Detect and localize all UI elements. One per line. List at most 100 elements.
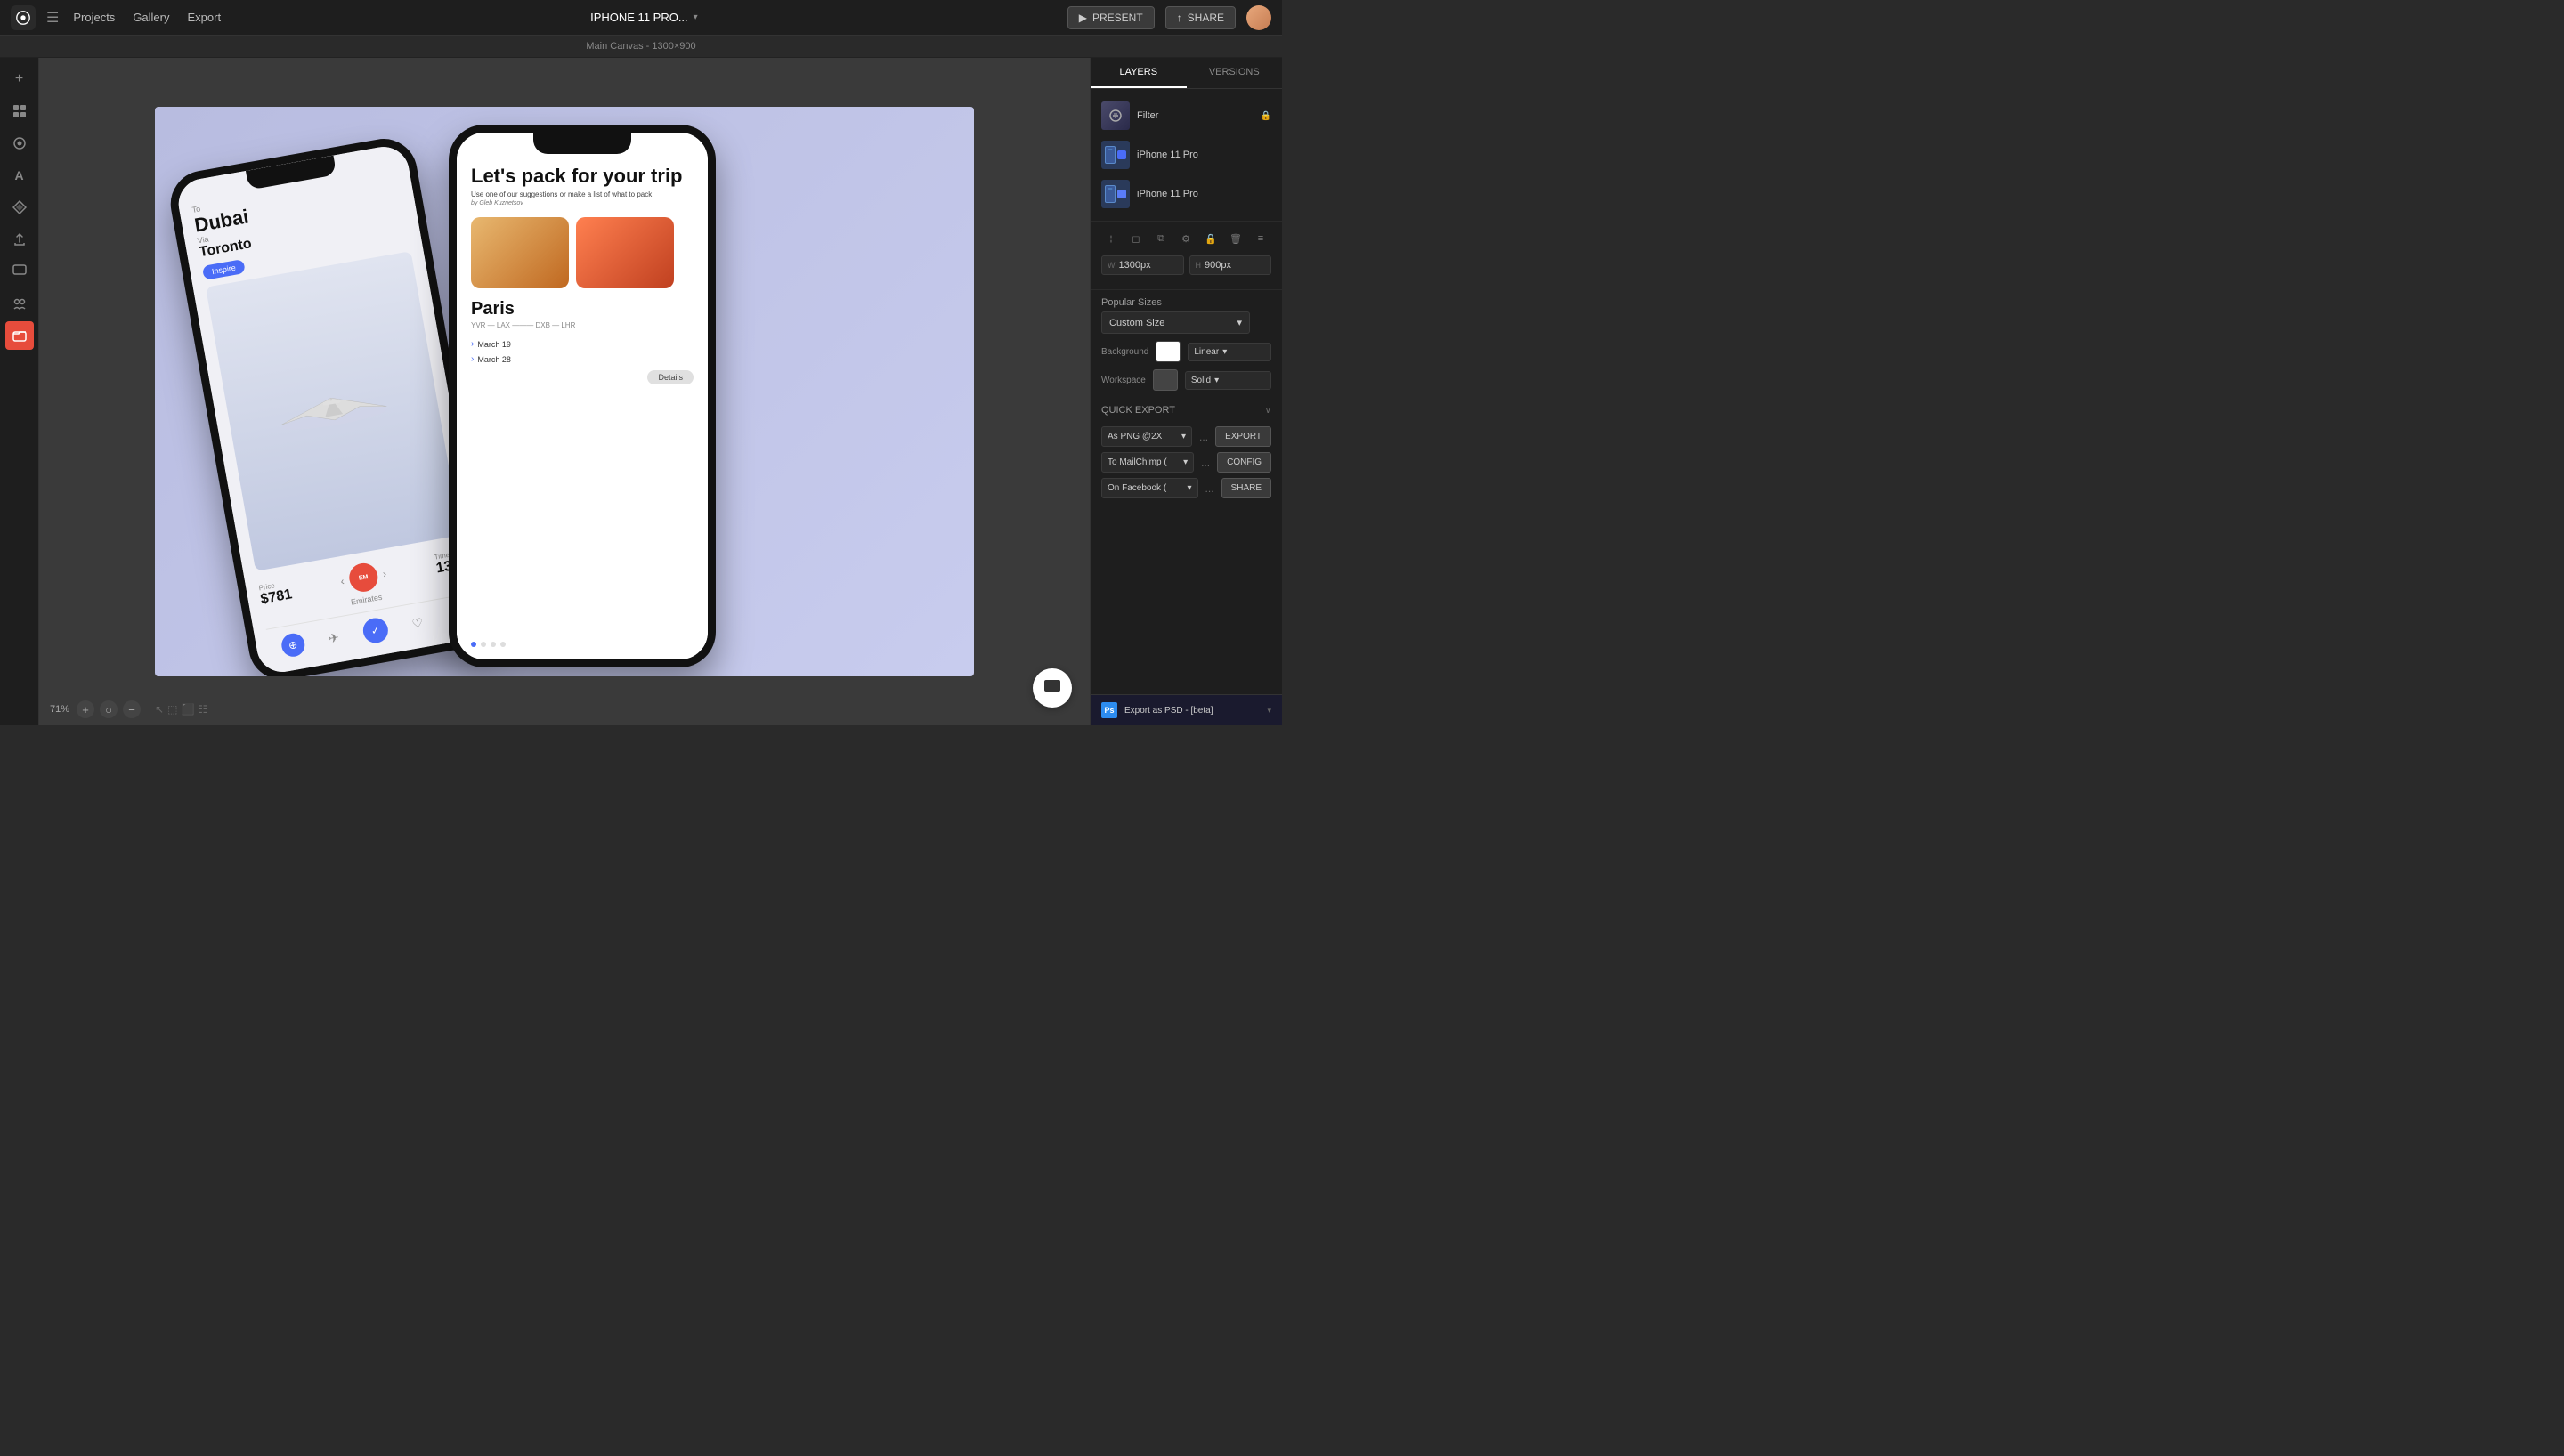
plane-area: [206, 251, 461, 571]
popular-sizes-label: Popular Sizes: [1101, 297, 1162, 308]
layer-iphone-2[interactable]: iPhone 11 Pro: [1091, 174, 1282, 214]
side-by-side-icon[interactable]: ⬛: [181, 703, 194, 716]
workspace-swatch[interactable]: [1153, 369, 1178, 391]
more-tool-icon[interactable]: ≡: [1251, 229, 1270, 248]
panel-tabs: LAYERS VERSIONS: [1091, 58, 1282, 89]
quick-export-collapse[interactable]: ∨: [1265, 406, 1271, 416]
bg-workspace-row: Background Linear ▾: [1091, 341, 1282, 369]
background-swatch[interactable]: [1156, 341, 1181, 362]
psd-export-select[interactable]: Export as PSD - [beta] ▾: [1124, 706, 1271, 716]
add-icon[interactable]: +: [5, 65, 34, 93]
export-format-1[interactable]: As PNG @2X ▾: [1101, 426, 1192, 447]
format-1-arrow: ▾: [1181, 432, 1186, 441]
dimension-row: W 1300px H 900px: [1101, 255, 1271, 275]
list-view-icon[interactable]: ☷: [198, 703, 207, 716]
tab-compass[interactable]: ⊕: [280, 632, 306, 659]
height-field[interactable]: H 900px: [1189, 255, 1272, 275]
popular-sizes-select[interactable]: Custom Size ▾: [1101, 311, 1250, 334]
prev-arrow[interactable]: ‹: [339, 575, 345, 587]
next-arrow[interactable]: ›: [382, 568, 387, 580]
gradient-type: Linear: [1194, 347, 1219, 357]
export-format-3[interactable]: On Facebook ( ▾: [1101, 478, 1198, 498]
background-label: Background: [1101, 347, 1148, 357]
layer-thumb-iphone2: [1101, 180, 1130, 208]
top-right-actions: ▶ PRESENT ↑ SHARE: [1067, 5, 1271, 30]
dest-card-1: [471, 217, 569, 288]
cursor-icon[interactable]: ↖: [155, 703, 164, 716]
zoom-bar: 71% + ○ − ↖ ⬚ ⬛ ☷: [50, 700, 207, 718]
upload-icon[interactable]: [5, 225, 34, 254]
lock-tool-icon[interactable]: 🔒: [1201, 229, 1221, 248]
dest-card-2: [576, 217, 674, 288]
camera-icon[interactable]: [5, 129, 34, 158]
layers-folder-icon[interactable]: [5, 321, 34, 350]
layer-iphone1-name: iPhone 11 Pro: [1137, 150, 1198, 160]
nav-projects[interactable]: Projects: [73, 11, 115, 24]
layer-iphone-1[interactable]: iPhone 11 Pro: [1091, 135, 1282, 174]
layer-filter[interactable]: Filter 🔒: [1091, 96, 1282, 135]
subtitle-bar: Main Canvas - 1300×900: [0, 36, 1282, 58]
tab-layers[interactable]: LAYERS: [1091, 58, 1187, 88]
export-dots-1[interactable]: ...: [1197, 431, 1210, 443]
tab-check[interactable]: ✓: [361, 616, 389, 644]
export-button-1[interactable]: EXPORT: [1215, 426, 1271, 447]
export-button-3[interactable]: SHARE: [1221, 478, 1271, 498]
width-field[interactable]: W 1300px: [1101, 255, 1184, 275]
zoom-fit-icon[interactable]: ○: [100, 700, 118, 718]
format-2-arrow: ▾: [1183, 457, 1188, 467]
quick-export-header: QUICK EXPORT ∨: [1091, 398, 1282, 419]
present-button[interactable]: ▶ PRESENT: [1067, 6, 1155, 29]
grid-icon[interactable]: [5, 97, 34, 125]
zoom-add-icon[interactable]: +: [77, 700, 94, 718]
export-dots-3[interactable]: ...: [1204, 482, 1216, 495]
date-row-2: › March 28: [471, 352, 694, 367]
tab-heart[interactable]: ♡: [410, 615, 424, 632]
tab-plane[interactable]: ✈: [328, 629, 341, 646]
comment-icon[interactable]: [5, 257, 34, 286]
hamburger-menu[interactable]: ☰: [46, 9, 59, 27]
tab-versions[interactable]: VERSIONS: [1187, 58, 1283, 88]
lock-icon: 🔒: [1261, 111, 1271, 121]
text-icon[interactable]: A: [5, 161, 34, 190]
details-button[interactable]: Details: [647, 370, 694, 384]
photoshop-icon: Ps: [1101, 702, 1117, 718]
psd-export-arrow: ▾: [1267, 706, 1271, 716]
user-avatar[interactable]: [1246, 5, 1271, 30]
app-logo[interactable]: [11, 5, 36, 30]
delete-tool-icon[interactable]: 🗑: [1226, 229, 1245, 248]
export-dots-2[interactable]: ...: [1199, 457, 1212, 469]
zoom-minus-icon[interactable]: −: [123, 700, 141, 718]
screen-left: To Dubai Via Toronto Inspire: [174, 143, 491, 676]
layer-thumb-filter: [1101, 101, 1130, 130]
airline-row: ‹ EM ›: [338, 560, 389, 596]
export-button-2[interactable]: CONFIG: [1217, 452, 1271, 473]
share-upload-icon: ↑: [1177, 12, 1182, 24]
props-toolbar: ⊹ ◻ ⧉ ⚙ 🔒 🗑 ≡: [1101, 229, 1271, 248]
canvas-dropdown-arrow[interactable]: ▾: [694, 12, 698, 22]
move-tool-icon[interactable]: ⊹: [1101, 229, 1121, 248]
pack-author: by Gleb Kuznetsov: [471, 200, 694, 206]
canvas-area[interactable]: To Dubai Via Toronto Inspire: [39, 58, 1090, 725]
present-play-icon: ▶: [1079, 12, 1087, 24]
duplicate-tool-icon[interactable]: ⧉: [1151, 229, 1171, 248]
workspace-fill-select[interactable]: Solid ▾: [1185, 371, 1271, 390]
split-view-icon[interactable]: ⬚: [167, 703, 177, 716]
copy-tool-icon[interactable]: ◻: [1126, 229, 1146, 248]
dot-1: [471, 642, 476, 647]
group-icon[interactable]: [5, 289, 34, 318]
share-button[interactable]: ↑ SHARE: [1165, 6, 1236, 29]
nav-gallery[interactable]: Gallery: [133, 11, 169, 24]
psd-bar: Ps Export as PSD - [beta] ▾: [1091, 694, 1282, 725]
background-gradient-select[interactable]: Linear ▾: [1188, 343, 1271, 361]
export-format-3-label: On Facebook (: [1108, 483, 1166, 493]
dot-3: [491, 642, 496, 647]
inspire-button[interactable]: Inspire: [202, 259, 246, 280]
main-layout: + A: [0, 58, 1282, 725]
pack-title: Let's pack for your trip: [471, 165, 694, 187]
component-icon[interactable]: [5, 193, 34, 222]
export-format-2[interactable]: To MailChimp ( ▾: [1101, 452, 1194, 473]
chat-button[interactable]: [1033, 668, 1072, 708]
nav-export[interactable]: Export: [188, 11, 222, 24]
settings-tool-icon[interactable]: ⚙: [1176, 229, 1196, 248]
dot-indicators: [471, 635, 694, 647]
